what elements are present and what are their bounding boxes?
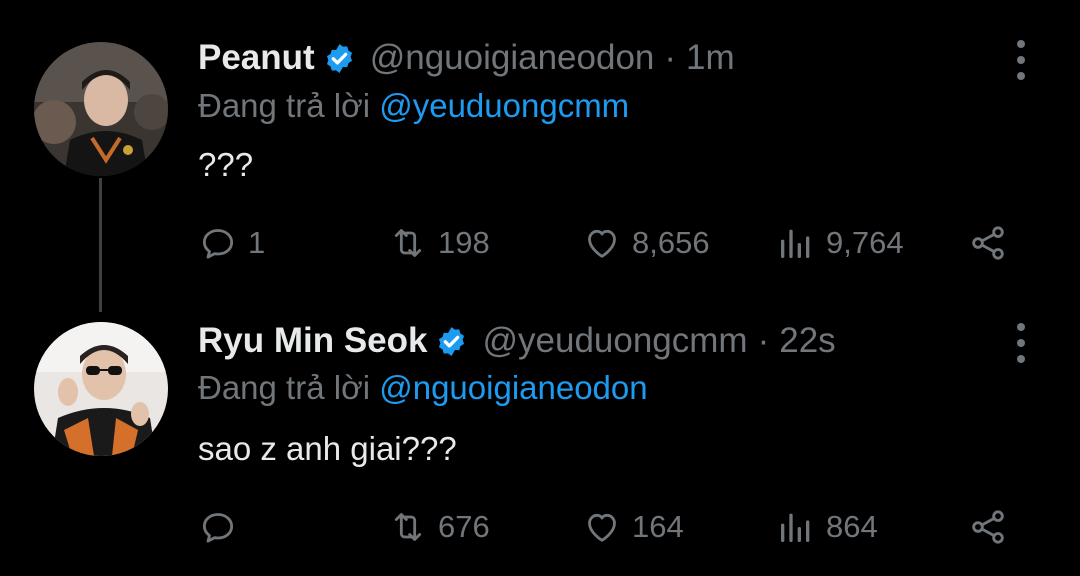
views-icon: [781, 513, 810, 542]
handle[interactable]: @yeuduongcmm: [482, 321, 747, 361]
reply-icon: [202, 513, 234, 543]
reply-prefix: Đang trả lời: [198, 369, 371, 406]
avatar-ryu-min-seok[interactable]: [34, 322, 168, 456]
reply-mention-link[interactable]: @yeuduongcmm: [379, 87, 629, 124]
verified-icon: [439, 326, 465, 356]
retweet-button[interactable]: 676: [388, 507, 490, 547]
display-name[interactable]: Ryu Min Seok: [198, 321, 427, 361]
like-count: 8,656: [632, 225, 710, 260]
reply-icon: [202, 229, 234, 259]
like-icon: [588, 229, 616, 258]
like-count: 164: [632, 509, 684, 544]
views-button[interactable]: 9,764: [776, 223, 904, 263]
views-icon: [781, 229, 810, 258]
reply-context: Đang trả lời @yeuduongcmm: [198, 87, 629, 125]
tweet-header: Peanut @nguoigianeodon · 1m: [198, 38, 735, 78]
more-icon[interactable]: [1006, 323, 1036, 363]
retweet-count: 676: [438, 509, 490, 544]
meta-separator: ·: [757, 321, 770, 360]
reply-context: Đang trả lời @nguoigianeodon: [198, 369, 648, 407]
reply-button[interactable]: [198, 507, 248, 547]
reply-count: 1: [248, 225, 266, 260]
share-button[interactable]: [968, 507, 1008, 547]
reply-mention-link[interactable]: @nguoigianeodon: [379, 369, 647, 406]
more-icon[interactable]: [1006, 40, 1036, 80]
avatar-peanut[interactable]: [34, 42, 168, 176]
retweet-count: 198: [438, 225, 490, 260]
avatar-image: [34, 42, 168, 176]
action-bar: 1 198 8,656 9,764: [198, 223, 1028, 267]
share-button[interactable]: [968, 223, 1008, 263]
tweet-header: Ryu Min Seok @yeuduongcmm · 22s: [198, 321, 836, 361]
share-icon: [972, 226, 1004, 260]
tweet-2[interactable]: Ryu Min Seok @yeuduongcmm · 22s Đang trả…: [0, 286, 1080, 566]
handle[interactable]: @nguoigianeodon: [370, 38, 655, 78]
verified-icon: [326, 43, 352, 73]
reply-prefix: Đang trả lời: [198, 87, 371, 124]
views-button[interactable]: 864: [776, 507, 878, 547]
retweet-icon: [394, 229, 422, 257]
action-bar: 676 164 864: [198, 507, 1028, 551]
tweet-1[interactable]: Peanut @nguoigianeodon · 1m Đang trả lời…: [0, 0, 1080, 280]
retweet-icon: [394, 513, 422, 541]
retweet-button[interactable]: 198: [388, 223, 490, 263]
display-name[interactable]: Peanut: [198, 38, 315, 78]
share-icon: [972, 510, 1004, 544]
tweet-text: sao z anh giai???: [198, 430, 457, 467]
like-button[interactable]: 8,656: [582, 223, 710, 263]
like-icon: [588, 513, 616, 542]
avatar-image: [34, 322, 168, 456]
reply-button[interactable]: 1: [198, 223, 265, 263]
meta-separator: ·: [664, 38, 677, 77]
view-count: 9,764: [826, 225, 904, 260]
timestamp[interactable]: 1m: [686, 38, 735, 78]
tweet-text: ???: [198, 146, 254, 183]
timestamp[interactable]: 22s: [779, 321, 835, 361]
view-count: 864: [826, 509, 878, 544]
like-button[interactable]: 164: [582, 507, 684, 547]
